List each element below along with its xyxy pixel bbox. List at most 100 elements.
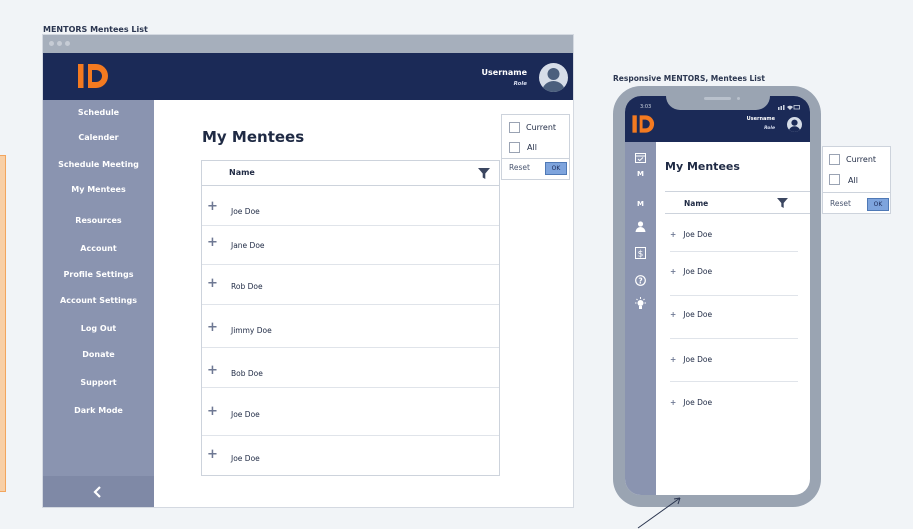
sidebar-item-resources[interactable]: Resources [43, 216, 154, 225]
mentee-name: Jane Doe [231, 241, 265, 250]
reset-button[interactable]: Reset [830, 199, 851, 208]
current-label: Current [846, 155, 877, 164]
expand-plus-icon[interactable]: + [207, 363, 218, 378]
mentee-name: Joe Doe [683, 230, 713, 239]
mobile-page-title: My Mentees [665, 160, 740, 173]
sidebar-item-profile-settings[interactable]: Profile Settings [43, 270, 154, 279]
svg-text:?: ? [638, 277, 642, 286]
mobile-column-header-name[interactable]: Name [684, 199, 708, 208]
all-label: All [848, 176, 858, 185]
filter-popover: Current All Reset OK [501, 114, 570, 180]
sidebar: Schedule Calender Schedule Meeting My Me… [43, 100, 154, 507]
sidebar-item-account-settings[interactable]: Account Settings [43, 296, 154, 305]
table-row[interactable]: + Rob Doe [202, 265, 499, 305]
window-dot-icon[interactable] [57, 41, 62, 46]
app-logo[interactable] [631, 113, 657, 135]
mentee-name: Joe Doe [231, 454, 260, 463]
mentee-name: Joe Doe [683, 310, 713, 319]
chevron-left-icon [93, 486, 101, 498]
annotation-strip [0, 155, 6, 492]
mobile-nav-m[interactable]: M [625, 200, 656, 208]
mentee-name: Joe Doe [683, 355, 713, 364]
phone-screen: Username Role M M $ ? My Mentees Name + … [625, 96, 810, 495]
expand-plus-icon[interactable]: + [207, 199, 218, 214]
filter-icon[interactable] [777, 198, 788, 208]
expand-plus-icon[interactable]: + [207, 447, 218, 462]
window-dot-icon[interactable] [65, 41, 70, 46]
sidebar-item-dark-mode[interactable]: Dark Mode [43, 406, 154, 415]
table-row[interactable]: + Joe Doe [202, 388, 499, 436]
svg-text:$: $ [638, 250, 644, 260]
mentee-name: Jimmy Doe [231, 326, 272, 335]
header-role: Role [513, 81, 527, 87]
expand-plus-icon[interactable]: + [670, 398, 676, 407]
expand-plus-icon[interactable]: + [670, 267, 676, 276]
table-row[interactable]: + Bob Doe [202, 348, 499, 388]
app-logo[interactable] [76, 62, 112, 90]
desktop-caption: MENTORS Mentees List [43, 25, 148, 34]
expand-plus-icon[interactable]: + [207, 276, 218, 291]
sidebar-item-donate[interactable]: Donate [43, 350, 154, 359]
reset-button[interactable]: Reset [509, 163, 530, 172]
user-avatar-icon [788, 119, 801, 132]
sidebar-item-calender[interactable]: Calender [43, 133, 154, 142]
avatar[interactable] [787, 117, 802, 132]
sidebar-item-log-out[interactable]: Log Out [43, 324, 154, 333]
mentee-name: Bob Doe [231, 369, 263, 378]
mobile-caption: Responsive MENTORS, Mentees List [613, 74, 765, 83]
sidebar-collapse-button[interactable] [43, 476, 154, 507]
filter-divider [502, 158, 569, 159]
all-checkbox[interactable] [829, 174, 840, 185]
ok-button[interactable]: OK [867, 198, 889, 211]
sidebar-item-support[interactable]: Support [43, 378, 154, 387]
table-row[interactable]: + Joe Doe [202, 436, 499, 474]
user-icon[interactable] [635, 221, 646, 232]
current-checkbox[interactable] [829, 154, 840, 165]
expand-plus-icon[interactable]: + [207, 320, 218, 335]
desktop-window: Username Role Schedule Calender Schedule… [43, 35, 573, 507]
help-icon[interactable]: ? [635, 275, 646, 286]
app-header: Username Role [43, 53, 573, 100]
filter-divider [823, 192, 890, 193]
expand-plus-icon[interactable]: + [670, 310, 676, 319]
sidebar-item-schedule[interactable]: Schedule [43, 108, 154, 117]
table-header: Name [202, 161, 499, 186]
calendar-icon[interactable] [635, 152, 646, 163]
row-divider [670, 381, 798, 382]
list-item[interactable]: + Joe Doe [670, 398, 712, 407]
mentee-name: Rob Doe [231, 282, 263, 291]
lightbulb-icon[interactable] [634, 297, 647, 310]
status-time: 3:03 [640, 104, 652, 110]
page-title: My Mentees [202, 128, 305, 146]
mobile-role: Role [764, 126, 775, 131]
expand-plus-icon[interactable]: + [207, 404, 218, 419]
list-item[interactable]: + Joe Doe [670, 310, 712, 319]
list-item[interactable]: + Joe Doe [670, 355, 712, 364]
status-icons [778, 105, 800, 110]
mentee-name: Joe Doe [683, 267, 713, 276]
table-divider [665, 191, 810, 192]
list-item[interactable]: + Joe Doe [670, 267, 712, 276]
expand-plus-icon[interactable]: + [670, 230, 676, 239]
sidebar-item-my-mentees[interactable]: My Mentees [43, 185, 154, 194]
expand-plus-icon[interactable]: + [207, 235, 218, 250]
table-row[interactable]: + Jimmy Doe [202, 305, 499, 348]
current-checkbox[interactable] [509, 122, 520, 133]
window-dot-icon[interactable] [49, 41, 54, 46]
sidebar-item-schedule-meeting[interactable]: Schedule Meeting [43, 160, 154, 169]
expand-plus-icon[interactable]: + [670, 355, 676, 364]
filter-icon[interactable] [478, 168, 490, 179]
all-checkbox[interactable] [509, 142, 520, 153]
mobile-nav-m[interactable]: M [625, 170, 656, 178]
ok-button[interactable]: OK [545, 162, 567, 175]
list-item[interactable]: + Joe Doe [670, 230, 712, 239]
annotation-arrow [637, 497, 681, 529]
table-row[interactable]: + Jane Doe [202, 226, 499, 265]
mentee-name: Joe Doe [231, 207, 260, 216]
sidebar-item-account[interactable]: Account [43, 244, 154, 253]
phone-speaker [704, 97, 731, 100]
dollar-icon[interactable]: $ [635, 247, 646, 259]
avatar[interactable] [539, 63, 568, 92]
table-row[interactable]: + Joe Doe [202, 186, 499, 226]
column-header-name[interactable]: Name [229, 168, 255, 177]
